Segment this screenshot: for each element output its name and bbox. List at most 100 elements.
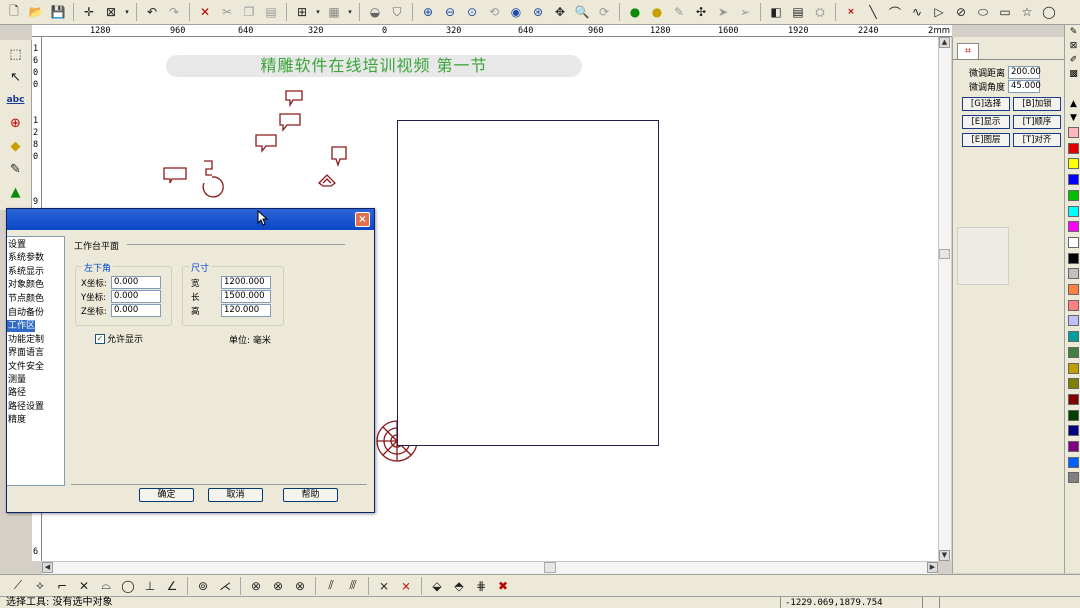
fillet-icon[interactable]: ⬙ bbox=[427, 577, 447, 595]
width-input[interactable]: 1200.000 bbox=[221, 276, 271, 289]
dropdown-arrow-icon[interactable]: ▾ bbox=[314, 2, 322, 22]
node-tool-icon[interactable]: ⟡ bbox=[30, 577, 50, 595]
point-icon[interactable]: × bbox=[841, 2, 861, 22]
color-swatch[interactable] bbox=[1068, 142, 1079, 154]
color-swatch[interactable] bbox=[1068, 456, 1079, 468]
color-swatch[interactable] bbox=[1068, 127, 1079, 138]
circle-icon[interactable]: ⊘ bbox=[951, 2, 971, 22]
help-button[interactable]: 帮助 bbox=[283, 488, 338, 502]
node-icon[interactable]: ✣ bbox=[691, 2, 711, 22]
undo-icon[interactable]: ↶ bbox=[142, 2, 162, 22]
node-edit-icon[interactable]: ↖ bbox=[5, 67, 27, 87]
list-item[interactable]: 系统参数 bbox=[7, 252, 44, 264]
trim-icon[interactable]: ⫽ bbox=[321, 577, 341, 595]
cross-icon[interactable]: ✕ bbox=[74, 577, 94, 595]
checkmark-icon[interactable]: ✓ bbox=[95, 333, 105, 344]
color-swatch[interactable] bbox=[1068, 299, 1079, 311]
table-icon[interactable]: ▤ bbox=[788, 2, 808, 22]
chamfer-icon[interactable]: ⬘ bbox=[449, 577, 469, 595]
fill-icon[interactable]: ▲ bbox=[5, 182, 27, 202]
cut-icon[interactable]: ✂ bbox=[217, 2, 237, 22]
scroll-down-icon[interactable]: ▼ bbox=[939, 550, 950, 561]
color-swatch[interactable] bbox=[1068, 346, 1079, 358]
lock-button[interactable]: [B]加锁 bbox=[1013, 97, 1061, 111]
fine-angle-input[interactable]: 45.000 bbox=[1008, 80, 1041, 93]
shape-icon[interactable]: ⛭ bbox=[810, 2, 830, 22]
ok-button[interactable]: 确定 bbox=[139, 488, 194, 502]
pattern-icon[interactable]: ▩ bbox=[1068, 69, 1079, 80]
select-tool-icon[interactable]: ⬚ bbox=[5, 44, 27, 64]
zoom-prev-icon[interactable]: ⟲ bbox=[484, 2, 504, 22]
color-swatch[interactable] bbox=[1068, 189, 1079, 201]
zoom-fit-icon[interactable]: ⊙ bbox=[462, 2, 482, 22]
redo-icon[interactable]: ↷ bbox=[164, 2, 184, 22]
list-item[interactable]: 精度 bbox=[7, 414, 26, 426]
text-tool-icon[interactable]: abc bbox=[5, 90, 27, 110]
list-item[interactable]: 路径设置 bbox=[7, 401, 44, 413]
circle-tool-icon[interactable]: ◯ bbox=[118, 577, 138, 595]
length-input[interactable]: 1500.000 bbox=[221, 290, 271, 303]
new-icon[interactable]: 🗋 bbox=[4, 2, 24, 22]
transform-icon[interactable]: ⊕ bbox=[5, 113, 27, 133]
color-swatch[interactable] bbox=[1068, 158, 1079, 170]
height-input[interactable]: 120.000 bbox=[221, 304, 271, 317]
color-swatch[interactable] bbox=[1068, 425, 1079, 437]
color-swatch[interactable] bbox=[1068, 362, 1079, 374]
scroll-thumb[interactable] bbox=[939, 249, 950, 259]
horizontal-scrollbar[interactable]: ◀ ▶ bbox=[42, 561, 938, 574]
extend-icon[interactable]: ⋌ bbox=[215, 577, 235, 595]
layer-icon[interactable]: ▦ bbox=[324, 2, 344, 22]
dropdown-arrow-icon[interactable]: ▾ bbox=[123, 2, 131, 22]
arc-tool-icon[interactable]: ⌓ bbox=[96, 577, 116, 595]
select-box-icon[interactable]: ⊠ bbox=[101, 2, 121, 22]
color-swatch[interactable] bbox=[1068, 252, 1079, 264]
close-icon[interactable]: × bbox=[355, 212, 370, 227]
snap-b-icon[interactable]: ⊗ bbox=[268, 577, 288, 595]
scroll-thumb[interactable] bbox=[544, 562, 556, 573]
color-swatch[interactable] bbox=[1068, 409, 1079, 421]
list-item[interactable]: 测量 bbox=[7, 374, 26, 386]
list-item[interactable]: 功能定制 bbox=[7, 334, 44, 346]
zoom-icon[interactable]: 🔍 bbox=[572, 2, 592, 22]
list-item[interactable]: 界面语言 bbox=[7, 347, 44, 359]
ellipse-icon[interactable]: ⬭ bbox=[973, 2, 993, 22]
color-swatch[interactable] bbox=[1068, 236, 1079, 248]
panel-tab-icon[interactable]: ⌗ bbox=[957, 43, 979, 59]
rect-icon[interactable]: ▭ bbox=[995, 2, 1015, 22]
close-tool-icon[interactable]: ✖ bbox=[493, 577, 513, 595]
color-swatch[interactable] bbox=[1068, 378, 1079, 390]
eye-icon[interactable]: ◉ bbox=[506, 2, 526, 22]
perpendicular-icon[interactable]: ⊥ bbox=[140, 577, 160, 595]
scroll-left-icon[interactable]: ◀ bbox=[42, 562, 53, 573]
color-swatch[interactable] bbox=[1068, 331, 1079, 343]
trim-alt-icon[interactable]: ⫻ bbox=[343, 577, 363, 595]
dropdown-arrow-icon[interactable]: ▾ bbox=[346, 2, 354, 22]
list-item[interactable]: 对象颜色 bbox=[7, 279, 44, 291]
color-swatch[interactable] bbox=[1068, 472, 1079, 484]
bulb-yellow-icon[interactable]: ● bbox=[647, 2, 667, 22]
snap-a-icon[interactable]: ⊗ bbox=[246, 577, 266, 595]
layer-button[interactable]: [E]图层 bbox=[962, 133, 1010, 147]
zoom-out-icon[interactable]: ⊖ bbox=[440, 2, 460, 22]
arrow-alt-icon[interactable]: ➢ bbox=[735, 2, 755, 22]
color-swatch[interactable] bbox=[1068, 284, 1079, 295]
z-coord-input[interactable]: 0.000 bbox=[111, 304, 161, 317]
list-item[interactable]: 节点颜色 bbox=[7, 293, 44, 305]
draw-icon[interactable]: ✎ bbox=[669, 2, 689, 22]
vertical-scrollbar[interactable]: ▲ ▼ bbox=[938, 37, 951, 561]
delete-icon[interactable]: ✕ bbox=[195, 2, 215, 22]
palette-scroll-up-icon[interactable]: ▲ bbox=[1068, 99, 1079, 110]
y-coord-input[interactable]: 0.000 bbox=[111, 290, 161, 303]
shield-icon[interactable]: ⛉ bbox=[387, 2, 407, 22]
pen-icon[interactable]: ✎ bbox=[1068, 27, 1079, 38]
bulb-green-icon[interactable]: ● bbox=[625, 2, 645, 22]
select-button[interactable]: [G]选择 bbox=[962, 97, 1010, 111]
scroll-up-icon[interactable]: ▲ bbox=[939, 37, 950, 48]
cup-icon[interactable]: ◒ bbox=[365, 2, 385, 22]
eraser-icon[interactable]: ✎ bbox=[5, 159, 27, 179]
paste-icon[interactable]: ▤ bbox=[261, 2, 281, 22]
scroll-right-icon[interactable]: ▶ bbox=[927, 562, 938, 573]
list-item[interactable]: 自动备份 bbox=[7, 307, 44, 319]
save-icon[interactable]: 💾 bbox=[48, 2, 68, 22]
list-item[interactable]: 文件安全 bbox=[7, 361, 44, 373]
